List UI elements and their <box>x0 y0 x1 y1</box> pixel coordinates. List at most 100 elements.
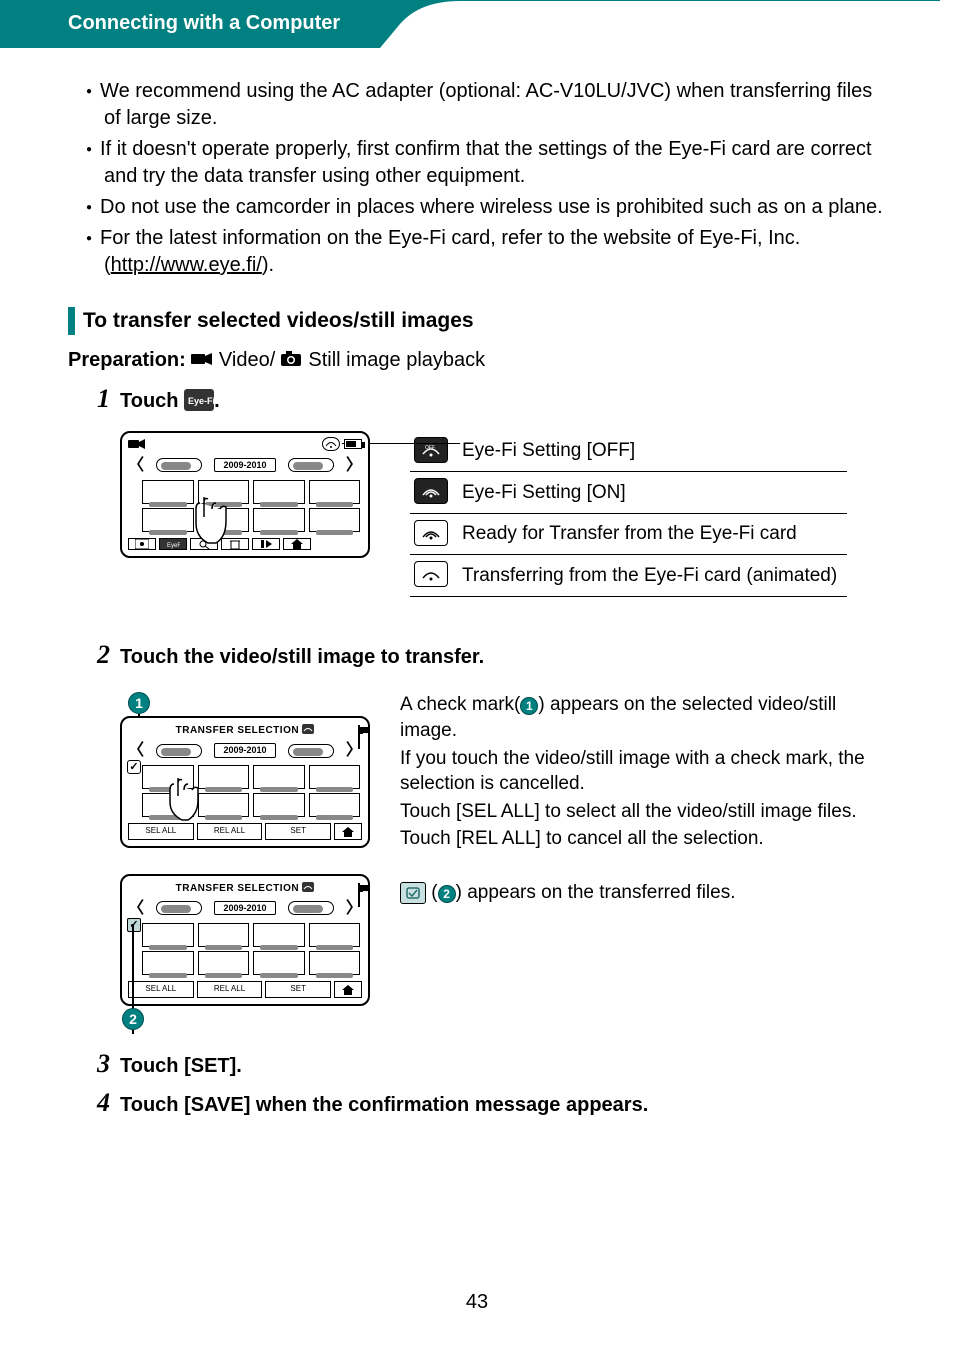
scroll-pill-right[interactable] <box>288 458 334 472</box>
step-number: 1 <box>68 381 110 416</box>
scroll-pill-left[interactable] <box>156 901 202 915</box>
thumbnail[interactable] <box>253 765 305 789</box>
desc-text: If you touch the video/still image with … <box>400 746 894 797</box>
home-button[interactable] <box>334 981 362 998</box>
thumbnail[interactable] <box>142 951 194 975</box>
step1-prefix: Touch <box>120 390 184 412</box>
next-arrow[interactable]: 〉 <box>346 455 362 477</box>
sel-all-button[interactable]: SEL ALL <box>128 981 194 998</box>
rel-all-button[interactable]: REL ALL <box>197 823 263 840</box>
page-number: 43 <box>0 1291 954 1314</box>
desc-text: ) appears on the transferred files. <box>456 882 736 903</box>
set-button[interactable]: SET <box>265 981 331 998</box>
battery-icon <box>358 724 360 751</box>
note-text: Do not use the camcorder in places where… <box>100 196 883 218</box>
section-heading: To transfer selected videos/still images <box>68 307 894 335</box>
desc-text: Touch [SEL ALL] to select all the video/… <box>400 799 894 825</box>
tap-hand-icon <box>186 493 232 557</box>
scroll-pill-left[interactable] <box>156 744 202 758</box>
step-text: Touch [SET]. <box>120 1053 242 1080</box>
prev-arrow[interactable]: 〈 <box>128 455 144 477</box>
thumbnail[interactable] <box>309 793 361 817</box>
note-text: For the latest information on the Eye-Fi… <box>100 227 800 249</box>
prev-arrow[interactable]: 〈 <box>128 898 144 920</box>
legend-row: Eye-Fi Setting [ON] <box>410 472 847 514</box>
header-title: Connecting with a Computer <box>0 0 380 48</box>
callout-line <box>342 443 344 444</box>
svg-text:OFF: OFF <box>425 445 435 451</box>
thumbnail[interactable] <box>198 951 250 975</box>
step2-description: A check mark(1) appears on the selected … <box>400 692 894 854</box>
tap-hand-icon <box>162 774 202 832</box>
camera-icon <box>281 348 303 375</box>
legend-text: Ready for Transfer from the Eye-Fi card <box>458 513 847 555</box>
transferred-mark-icon: ✓ <box>127 918 141 932</box>
note-text: We recommend using the AC adapter (optio… <box>100 80 872 129</box>
scroll-pill-right[interactable] <box>288 744 334 758</box>
legend-row: Ready for Transfer from the Eye-Fi card <box>410 513 847 555</box>
play-button[interactable] <box>252 538 280 550</box>
marker-2-icon: 2 <box>438 885 456 903</box>
thumbnail[interactable] <box>309 765 361 789</box>
prep-still-text: Still image playback <box>303 349 485 371</box>
prev-arrow[interactable]: 〈 <box>128 740 144 762</box>
thumbnail[interactable] <box>253 480 305 504</box>
legend-row: Transferring from the Eye-Fi card (anima… <box>410 555 847 597</box>
desc-text: Touch [REL ALL] to cancel all the select… <box>400 826 894 852</box>
transferred-description: (2) appears on the transferred files. <box>400 874 735 908</box>
rel-all-button[interactable]: REL ALL <box>197 981 263 998</box>
step-number: 4 <box>68 1085 110 1120</box>
step1-period: . <box>214 390 220 412</box>
prep-video-text: Video/ <box>213 349 280 371</box>
svg-text:EyeFi: EyeFi <box>167 543 180 549</box>
eye-fi-menu-button[interactable]: EyeFi <box>159 538 187 550</box>
thumbnail[interactable] <box>309 951 361 975</box>
step2-figure-a: 1 TRANSFER SELECTION 〈 2009-2010 〉 ✓ <box>120 692 894 854</box>
thumbnail[interactable] <box>309 480 361 504</box>
preparation-label: Preparation: <box>68 349 186 371</box>
thumbnail[interactable] <box>309 923 361 947</box>
legend-text: Eye-Fi Setting [ON] <box>458 472 847 514</box>
note-item: For the latest information on the Eye-Fi… <box>104 225 894 279</box>
svg-text:Eye-Fi: Eye-Fi <box>188 396 214 406</box>
step-text: Touch the video/still image to transfer. <box>120 644 484 671</box>
header-decoration <box>380 0 940 48</box>
thumbnail[interactable] <box>253 793 305 817</box>
thumbnail[interactable] <box>253 923 305 947</box>
marker-1-icon: 1 <box>128 692 150 714</box>
year-label: 2009-2010 <box>214 743 275 757</box>
video-mode-icon <box>128 438 146 450</box>
eye-fi-link[interactable]: http://www.eye.fi/ <box>111 254 262 276</box>
home-button[interactable] <box>334 823 362 840</box>
wifi-status-icon <box>322 437 340 451</box>
screen-title: TRANSFER SELECTION <box>128 882 362 896</box>
screen-title: TRANSFER SELECTION <box>128 724 362 738</box>
thumbnail[interactable] <box>198 923 250 947</box>
eye-fi-ready-icon <box>414 520 448 546</box>
desc-text: ( <box>426 882 438 903</box>
step-3: 3 Touch [SET]. <box>68 1046 894 1081</box>
thumbnail[interactable] <box>253 951 305 975</box>
record-mode-button[interactable] <box>128 538 156 550</box>
eye-fi-transferring-icon <box>414 561 448 587</box>
camera-screen-selection: TRANSFER SELECTION 〈 2009-2010 〉 ✓ <box>120 716 370 848</box>
set-button[interactable]: SET <box>265 823 331 840</box>
scroll-pill-left[interactable] <box>156 458 202 472</box>
thumbnail[interactable] <box>253 508 305 532</box>
home-button[interactable] <box>283 538 311 550</box>
thumbnail[interactable] <box>142 923 194 947</box>
step-text: Touch Eye-Fi . <box>120 388 220 419</box>
battery-icon <box>358 882 360 909</box>
year-label: 2009-2010 <box>214 458 275 472</box>
step-number: 2 <box>68 637 110 672</box>
thumbnail[interactable] <box>198 765 250 789</box>
thumbnail[interactable] <box>309 508 361 532</box>
step-number: 3 <box>68 1046 110 1081</box>
eye-fi-legend-table: OFF Eye-Fi Setting [OFF] Eye-Fi Setting … <box>410 431 847 598</box>
check-mark-icon: ✓ <box>127 760 141 774</box>
scroll-pill-right[interactable] <box>288 901 334 915</box>
thumbnail[interactable] <box>198 793 250 817</box>
note-item: Do not use the camcorder in places where… <box>104 194 894 221</box>
camera-screen-transferred: TRANSFER SELECTION 〈 2009-2010 〉 ✓ <box>120 874 370 1006</box>
callout-line <box>370 443 460 445</box>
